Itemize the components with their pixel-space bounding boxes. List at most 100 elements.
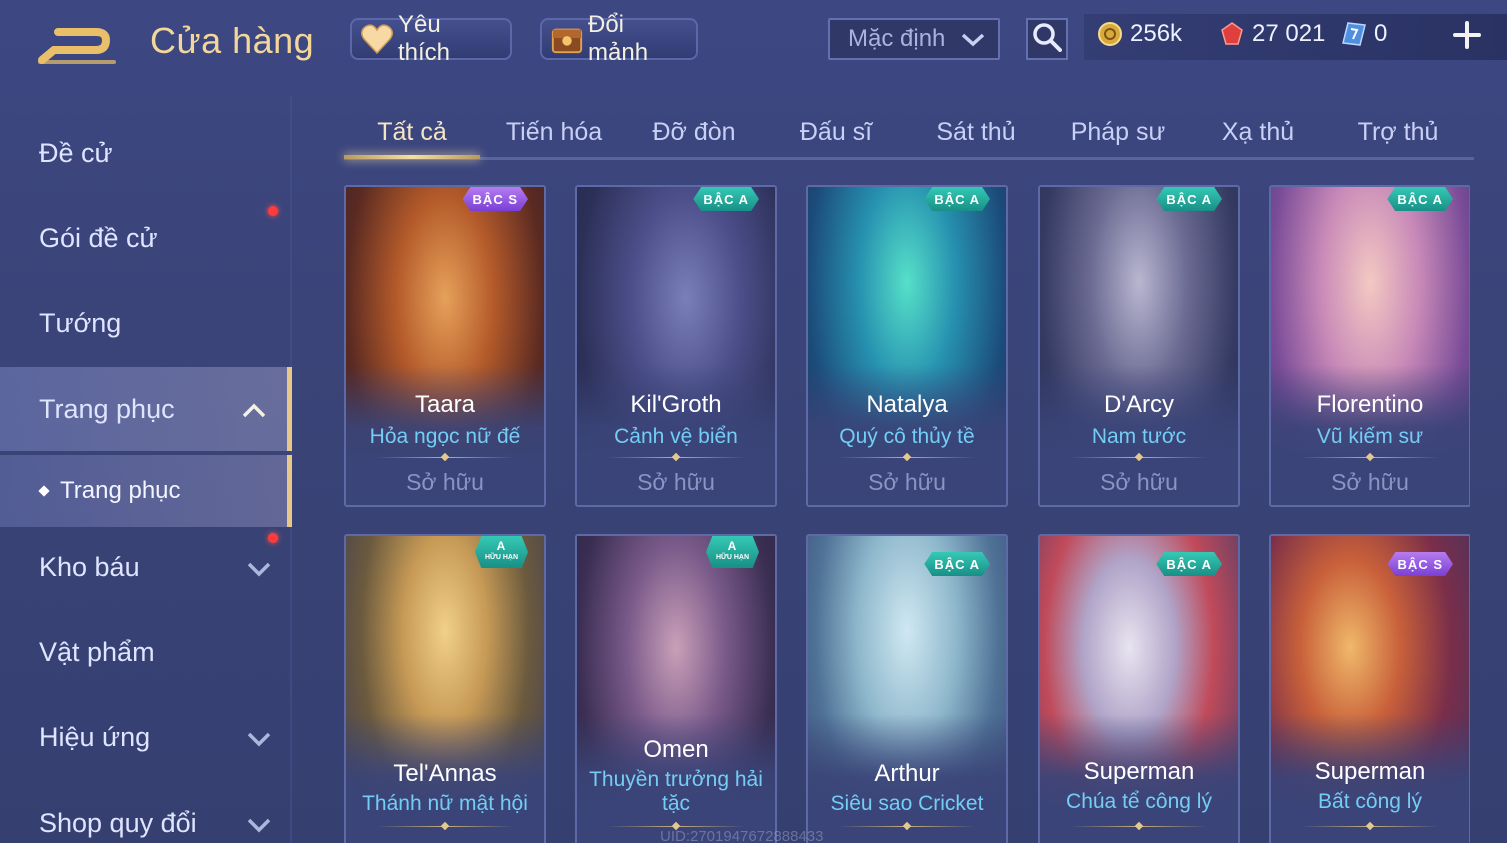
sidebar-item-label: Đề cử — [39, 137, 113, 168]
skin-name: Cảnh vệ biển — [614, 425, 738, 448]
skin-name: Siêu sao Cricket — [830, 792, 984, 815]
tab-label: Đấu sĩ — [799, 117, 873, 146]
skin-name: Thánh nữ mật hội — [362, 792, 528, 815]
tier-badge: BẬC A — [1387, 187, 1453, 211]
chevron-down-icon — [246, 811, 272, 842]
tab-marksman[interactable]: Xạ thủ — [1188, 108, 1328, 156]
hero-name: Superman — [1083, 758, 1195, 785]
skin-name: Nam tước — [1091, 425, 1187, 448]
voucher-amount: 0 — [1374, 20, 1388, 47]
hero-name: Florentino — [1316, 391, 1424, 418]
currency-bar: 256k 27 021 0 — [1084, 14, 1507, 60]
skin-card[interactable]: BẬC S Taara Hỏa ngọc nữ đế Sở hữu — [344, 185, 546, 507]
owned-status: Sở hữu — [637, 469, 715, 495]
tier-badge: BẬC A — [1156, 552, 1222, 576]
sidebar: Đề cử Gói đề cử Tướng Trang phục Trang p… — [0, 95, 292, 843]
top-bar: Cửa hàng Yêu thích Đổi mảnh Mặc định 256… — [0, 0, 1507, 80]
voucher-currency: 0 — [1340, 20, 1387, 48]
owned-status: Sở hữu — [1100, 469, 1178, 495]
voucher-icon — [1340, 20, 1368, 48]
tier-badge: BẬC S — [1387, 552, 1453, 576]
sidebar-item-treasure[interactable]: Kho báu — [0, 525, 292, 609]
search-icon — [1032, 22, 1062, 57]
sidebar-item-label: Tướng — [39, 307, 122, 338]
sidebar-item-items[interactable]: Vật phẩm — [0, 610, 292, 694]
hero-name: Natalya — [866, 391, 948, 418]
tier-badge: BẬC S — [462, 187, 528, 211]
sidebar-subitem-label: Trang phục — [60, 477, 181, 504]
tab-assassin[interactable]: Sát thủ — [906, 108, 1046, 156]
tab-tank[interactable]: Đỡ đòn — [624, 108, 764, 156]
notification-dot — [268, 533, 278, 543]
favorites-button[interactable]: Yêu thích — [350, 11, 512, 66]
tab-label: Pháp sư — [1070, 117, 1166, 146]
ruby-gem-icon — [1218, 20, 1246, 48]
search-button[interactable] — [1026, 18, 1068, 60]
skin-card[interactable]: BẬC A Kil'Groth Cảnh vệ biển Sở hữu — [575, 185, 777, 507]
role-tabs: Tất cả Tiến hóa Đỡ đòn Đấu sĩ Sát thủ Ph… — [344, 108, 1474, 160]
tab-fighter[interactable]: Đấu sĩ — [766, 108, 906, 156]
sidebar-item-label: Shop quy đổi — [39, 807, 197, 838]
heart-icon — [360, 22, 394, 56]
sidebar-item-exchange-shop[interactable]: Shop quy đổi — [0, 781, 292, 843]
shard-exchange-button[interactable]: Đổi mảnh — [540, 11, 698, 66]
sort-dropdown[interactable]: Mặc định — [828, 18, 1000, 60]
chevron-up-icon — [241, 397, 267, 428]
skin-name: Quý cô thủy tề — [839, 425, 975, 448]
skin-name: Thuyền trưởng hải tặc — [589, 768, 763, 815]
sidebar-item-heroes[interactable]: Tướng — [0, 281, 292, 365]
hero-name: Tel'Annas — [393, 760, 497, 787]
skin-card[interactable]: A HỮU HẠN Tel'Annas Thánh nữ mật hội — [344, 534, 546, 843]
top-up-plus-icon[interactable] — [1450, 18, 1484, 52]
skin-name: Bất công lý — [1318, 790, 1422, 813]
back-arrow-icon[interactable] — [36, 22, 120, 66]
tab-support[interactable]: Trợ thủ — [1328, 108, 1468, 156]
tab-label: Sát thủ — [936, 117, 1016, 146]
hero-name: Taara — [414, 391, 476, 418]
chevron-down-icon — [246, 725, 272, 756]
skin-card[interactable]: BẬC A Florentino Vũ kiếm sư Sở hữu — [1269, 185, 1470, 507]
sidebar-item-label: Trang phục — [39, 393, 175, 424]
active-tab-indicator — [344, 155, 480, 159]
owned-status: Sở hữu — [868, 469, 946, 495]
tab-evolution[interactable]: Tiến hóa — [484, 108, 624, 156]
tab-all[interactable]: Tất cả — [344, 108, 480, 159]
page-title: Cửa hàng — [150, 20, 315, 61]
skin-card[interactable]: BẬC A D'Arcy Nam tước Sở hữu — [1038, 185, 1240, 507]
skin-name: Chúa tể công lý — [1066, 790, 1212, 813]
uid-watermark: UID:2701947672888433 — [660, 828, 824, 843]
gold-coin-icon — [1096, 20, 1124, 48]
favorites-label: Yêu thích — [398, 11, 451, 66]
skin-card[interactable]: BẬC A Arthur Siêu sao Cricket — [806, 534, 1008, 843]
shard-exchange-label: Đổi mảnh — [588, 11, 649, 66]
sidebar-item-effects[interactable]: Hiệu ứng — [0, 695, 292, 779]
chevron-down-icon — [246, 555, 272, 586]
limited-badge: A HỮU HẠN — [474, 536, 528, 568]
owned-status: Sở hữu — [406, 469, 484, 495]
skin-card[interactable]: BẬC S Superman Bất công lý — [1269, 534, 1470, 843]
limited-badge: A HỮU HẠN — [705, 536, 759, 568]
hero-name: Superman — [1314, 758, 1426, 785]
tab-label: Trợ thủ — [1357, 117, 1439, 146]
badge-limited-label: HỮU HẠN — [484, 554, 518, 561]
tier-badge: BẬC A — [1156, 187, 1222, 211]
notification-dot — [268, 206, 278, 216]
ruby-currency: 27 021 — [1218, 20, 1325, 48]
sidebar-item-recommended-packs[interactable]: Gói đề cử — [0, 196, 292, 280]
sidebar-item-recommended[interactable]: Đề cử — [0, 111, 292, 195]
bullet-diamond-icon — [38, 485, 50, 497]
skin-card[interactable]: BẬC A Superman Chúa tể công lý — [1038, 534, 1240, 843]
tab-label: Xạ thủ — [1221, 117, 1295, 146]
owned-status: Sở hữu — [1331, 469, 1409, 495]
skin-name: Hỏa ngọc nữ đế — [369, 425, 521, 448]
skin-grid: BẬC S Taara Hỏa ngọc nữ đế Sở hữu BẬC A … — [344, 185, 1470, 843]
skin-card[interactable]: A HỮU HẠN Omen Thuyền trưởng hải tặc — [575, 534, 777, 843]
tab-label: Đỡ đòn — [652, 117, 736, 146]
skin-card[interactable]: BẬC A Natalya Quý cô thủy tề Sở hữu — [806, 185, 1008, 507]
sort-value: Mặc định — [848, 25, 946, 52]
tab-mage[interactable]: Pháp sư — [1048, 108, 1188, 156]
sidebar-item-label: Kho báu — [39, 551, 140, 582]
badge-tier: A — [496, 539, 507, 553]
sidebar-item-skins[interactable]: Trang phục — [0, 367, 292, 451]
sidebar-subitem-skins[interactable]: Trang phục — [0, 455, 292, 527]
